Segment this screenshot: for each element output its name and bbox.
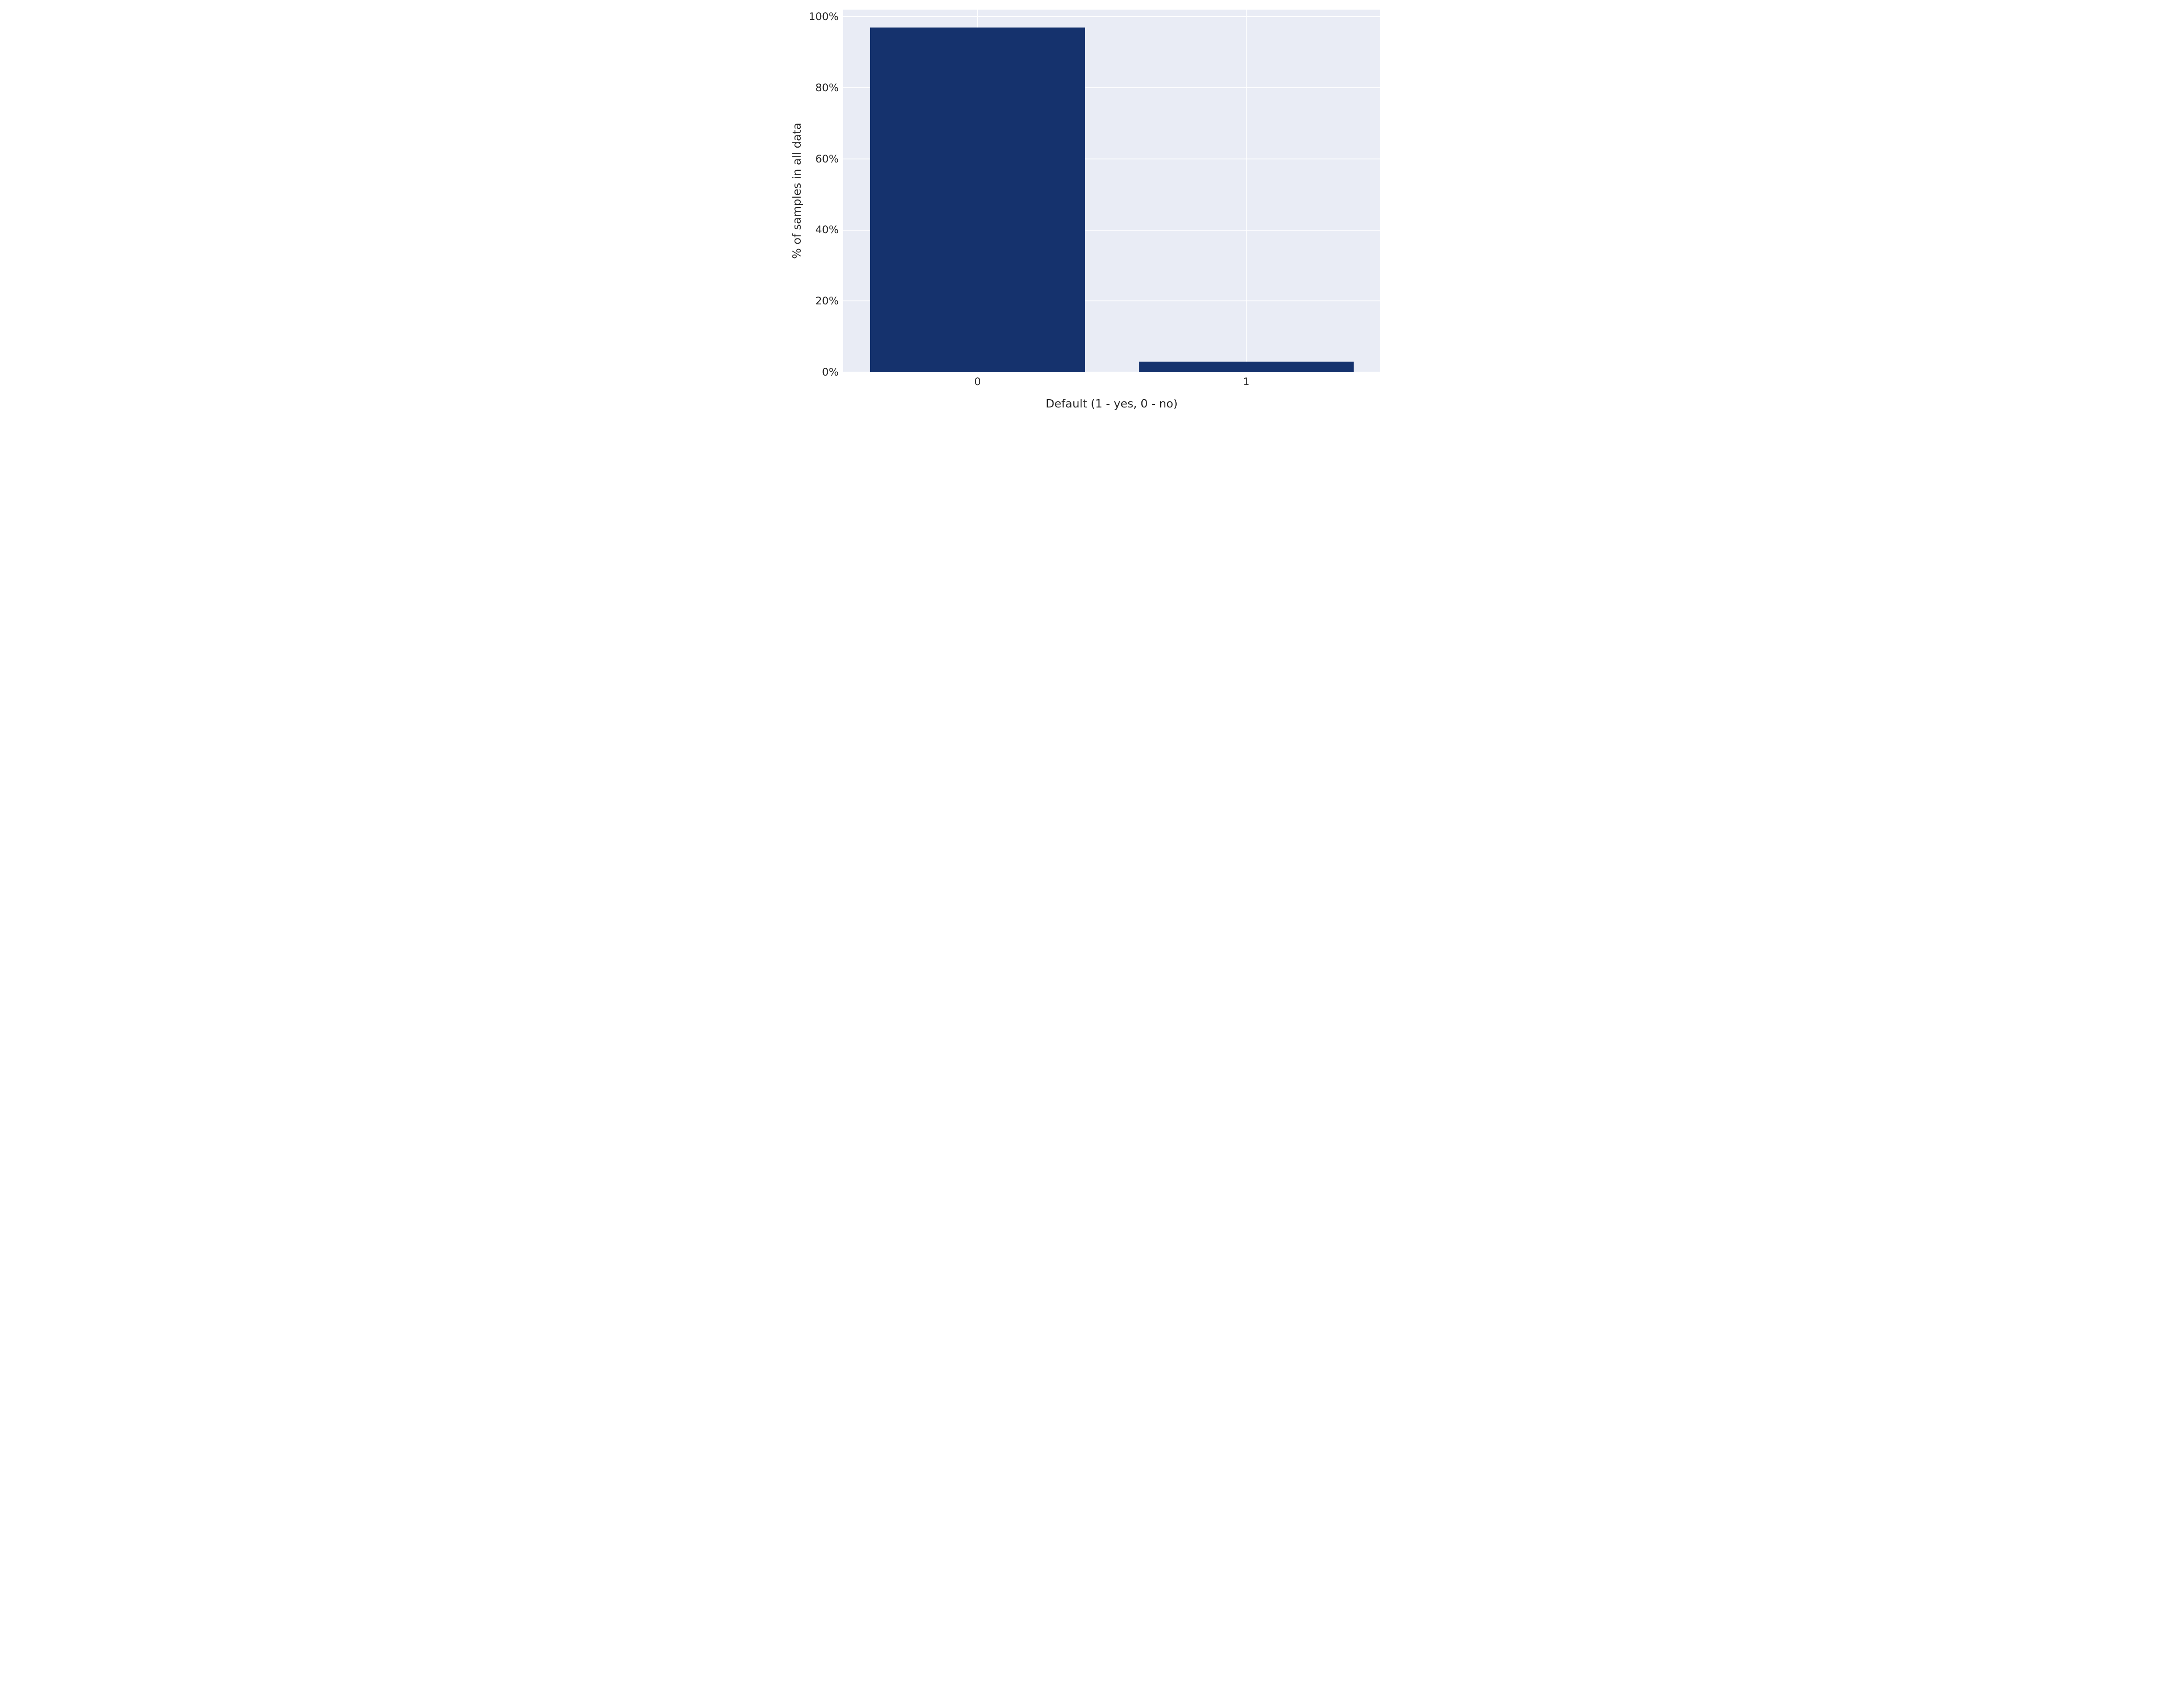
plot-area	[843, 10, 1380, 372]
y-tick-label: 80%	[816, 82, 839, 94]
bar	[870, 28, 1085, 372]
x-axis-label: Default (1 - yes, 0 - no)	[1046, 397, 1178, 411]
bar	[1139, 362, 1354, 372]
y-tick-label: 40%	[816, 224, 839, 236]
gridline-v	[1246, 10, 1247, 372]
x-tick-label: 1	[1243, 376, 1249, 388]
y-tick-label: 0%	[822, 366, 839, 378]
y-tick-label: 100%	[809, 10, 839, 23]
y-tick-label: 60%	[816, 153, 839, 165]
y-tick-label: 20%	[816, 295, 839, 307]
x-tick-label: 0	[974, 376, 981, 388]
gridline-h	[843, 16, 1380, 17]
y-axis-label: % of samples in all data	[791, 123, 804, 259]
chart-figure: 0% 20% 40% 60% 80% 100% 0 1 % of samples…	[784, 0, 1400, 424]
